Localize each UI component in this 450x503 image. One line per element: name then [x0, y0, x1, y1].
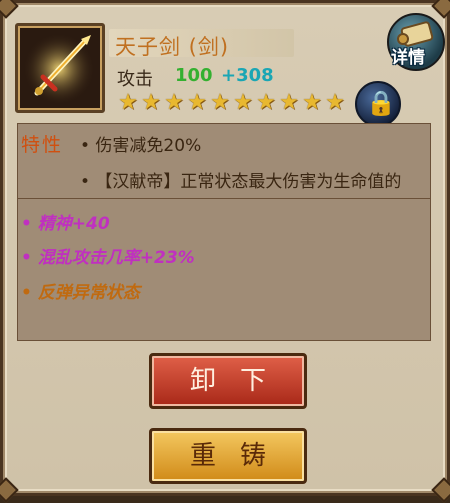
lock-icon: 🔒 — [366, 89, 396, 117]
panel-corner — [0, 477, 19, 503]
star-icon: ★ — [233, 90, 253, 115]
star-icon: ★ — [164, 90, 184, 115]
attribute-line: • 精神+40 — [21, 214, 110, 234]
star-icon: ★ — [302, 90, 322, 115]
item-name: 天子剑 (剑) — [115, 35, 230, 59]
lock-button[interactable]: 🔒 — [355, 81, 401, 127]
item-detail-panel: 天子剑 (剑) 攻击 100 +308 ★ ★ ★ ★ ★ ★ ★ ★ ★ ★ 详情 🔒 特性 •… — [0, 0, 450, 503]
star-icon: ★ — [118, 90, 138, 115]
attributes-divider — [17, 198, 431, 199]
sword-icon — [21, 29, 99, 107]
unequip-button[interactable]: 卸下 — [149, 353, 307, 409]
attack-bonus-value: +308 — [221, 65, 274, 86]
attributes-title: 特性 — [21, 134, 64, 156]
detail-button-label: 详情 — [391, 48, 425, 68]
attack-base-value: 100 — [175, 65, 213, 86]
panel-corner — [431, 477, 450, 503]
star-icon: ★ — [279, 90, 299, 115]
star-icon: ★ — [325, 90, 345, 115]
detail-button[interactable]: 详情 — [387, 13, 445, 71]
star-icon: ★ — [187, 90, 207, 115]
item-icon-frame — [15, 23, 105, 113]
attribute-line: • 混乱攻击几率+23% — [21, 248, 195, 268]
panel-corner — [0, 0, 19, 19]
star-icon: ★ — [141, 90, 161, 115]
attribute-line: • 【汉献帝】正常状态最大伤害为生命值的 — [80, 172, 402, 192]
attribute-line: • 反弹异常状态 — [21, 283, 140, 303]
star-icon: ★ — [256, 90, 276, 115]
attribute-line: • 伤害减免20% — [80, 136, 202, 156]
attack-label: 攻击 — [117, 69, 153, 90]
star-icon: ★ — [210, 90, 230, 115]
recast-button[interactable]: 重铸 — [149, 428, 307, 484]
star-rating: ★ ★ ★ ★ ★ ★ ★ ★ ★ ★ — [117, 92, 346, 114]
